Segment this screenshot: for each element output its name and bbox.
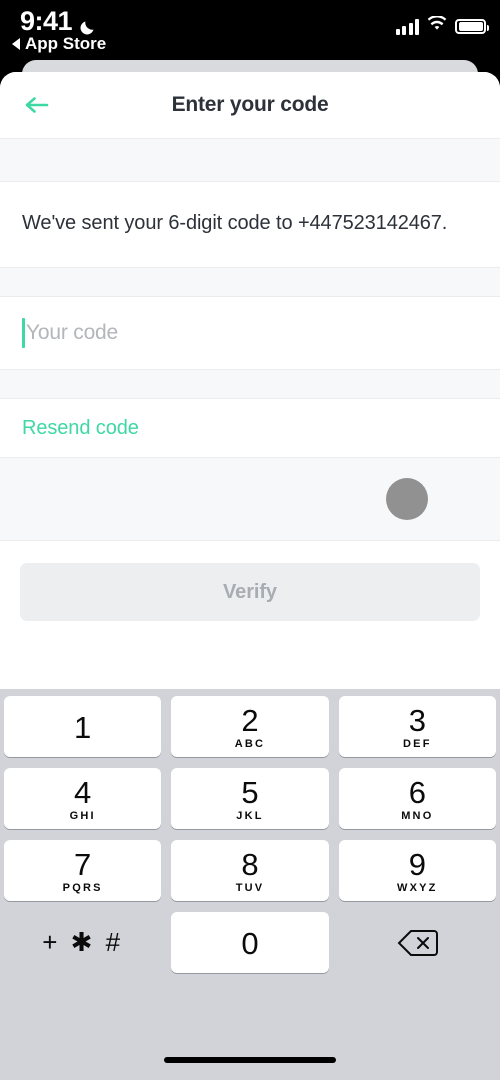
key-digit: 5 xyxy=(241,775,259,810)
resend-code-row[interactable]: Resend code xyxy=(0,399,500,457)
key-4[interactable]: 4 GHI xyxy=(4,768,162,829)
key-2[interactable]: 2 ABC xyxy=(171,696,329,757)
back-app-label: App Store xyxy=(25,34,107,53)
avatar-circle-icon xyxy=(386,478,428,520)
code-input-placeholder: Your code xyxy=(26,321,119,344)
home-indicator xyxy=(164,1057,336,1063)
arrow-left-icon xyxy=(25,97,49,113)
numeric-keypad: 1 2 ABC 3 DEF 4 GHI 5 JKL 6 MNO 7 PQRS 8… xyxy=(0,689,500,1080)
backspace-icon xyxy=(397,929,439,956)
triangle-left-icon xyxy=(12,38,20,50)
resend-code-link[interactable]: Resend code xyxy=(22,417,139,440)
key-letters: DEF xyxy=(403,738,432,750)
verify-button-container: Verify xyxy=(0,541,500,647)
verify-button[interactable]: Verify xyxy=(20,563,480,621)
status-indicators xyxy=(395,15,489,37)
key-digit: 8 xyxy=(241,847,259,882)
key-8[interactable]: 8 TUV xyxy=(171,840,329,901)
key-letters: GHI xyxy=(69,810,96,822)
key-1[interactable]: 1 xyxy=(4,696,162,757)
text-caret xyxy=(22,318,25,348)
status-time-group: 9:41 xyxy=(20,6,98,37)
battery-icon xyxy=(455,19,489,34)
message-block: We've sent your 6-digit code to +4475231… xyxy=(0,182,500,267)
status-time: 9:41 xyxy=(20,6,73,36)
wifi-icon xyxy=(427,15,447,37)
key-digit: 6 xyxy=(408,775,426,810)
avatar-row xyxy=(0,458,500,540)
keypad-row: 7 PQRS 8 TUV 9 WXYZ xyxy=(4,840,496,901)
spacer-strip xyxy=(0,370,500,398)
key-digit: 2 xyxy=(241,703,259,738)
spacer-strip xyxy=(0,139,500,181)
symbols-label: + ✱ # xyxy=(42,927,124,957)
cellular-signal-icon xyxy=(395,18,419,35)
modal-sheet: Enter your code We've sent your 6-digit … xyxy=(0,72,500,1080)
phone-screen: 9:41 App Store Enter your code We've sen… xyxy=(0,0,500,1080)
key-letters: PQRS xyxy=(62,882,103,894)
nav-bar: Enter your code xyxy=(0,72,500,138)
back-button[interactable] xyxy=(22,91,56,119)
page-title: Enter your code xyxy=(171,93,329,116)
key-digit: 0 xyxy=(241,926,259,961)
key-letters: TUV xyxy=(235,882,265,894)
code-sent-message: We've sent your 6-digit code to +4475231… xyxy=(22,212,448,234)
keypad-row: + ✱ # 0 xyxy=(4,912,496,973)
code-input[interactable]: Your code xyxy=(0,297,500,369)
key-3[interactable]: 3 DEF xyxy=(338,696,496,757)
key-9[interactable]: 9 WXYZ xyxy=(338,840,496,901)
key-letters: MNO xyxy=(401,810,434,822)
key-digit: 7 xyxy=(74,847,92,882)
key-7[interactable]: 7 PQRS xyxy=(4,840,162,901)
status-bar: 9:41 App Store xyxy=(0,0,500,62)
key-digit: 9 xyxy=(408,847,426,882)
key-letters: JKL xyxy=(236,810,264,822)
keypad-row: 1 2 ABC 3 DEF xyxy=(4,696,496,757)
key-letters: ABC xyxy=(234,738,266,750)
key-backspace[interactable] xyxy=(339,912,496,973)
key-letters: WXYZ xyxy=(397,882,438,894)
key-digit: 3 xyxy=(408,703,426,738)
key-digit: 1 xyxy=(74,710,92,745)
key-0[interactable]: 0 xyxy=(171,912,329,973)
key-5[interactable]: 5 JKL xyxy=(171,768,329,829)
spacer-strip xyxy=(0,268,500,296)
key-6[interactable]: 6 MNO xyxy=(338,768,496,829)
key-symbols[interactable]: + ✱ # xyxy=(4,912,161,973)
key-digit: 4 xyxy=(74,775,92,810)
keypad-row: 4 GHI 5 JKL 6 MNO xyxy=(4,768,496,829)
back-to-app-store-link[interactable]: App Store xyxy=(12,34,106,54)
moon-icon xyxy=(78,13,98,34)
